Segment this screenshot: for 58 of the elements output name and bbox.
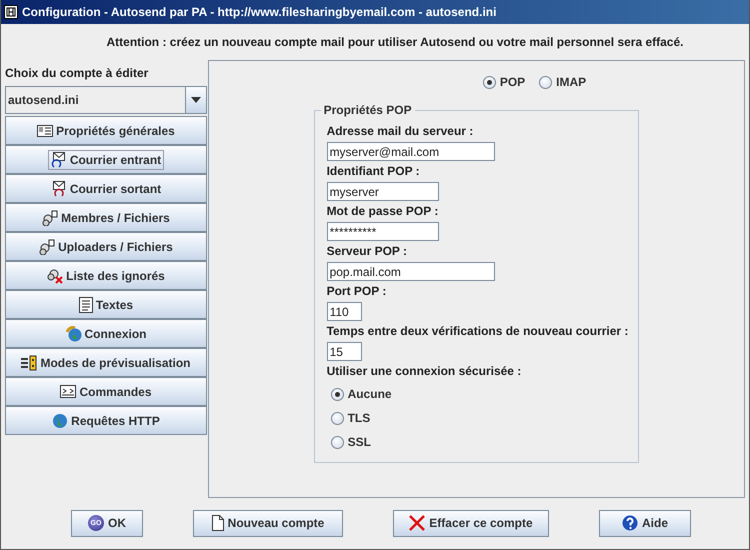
field-label: Utiliser une connexion sécurisée :: [326, 364, 522, 379]
input-field[interactable]: myserver@mail.com: [326, 142, 495, 161]
field-label: Serveur POP :: [326, 244, 408, 259]
field-label: Port POP :: [326, 284, 386, 299]
section-button[interactable]: Modes de prévisualisation: [5, 348, 207, 377]
section-button[interactable]: Textes: [5, 290, 207, 319]
field-label: Temps entre deux vérifications de nouveau courrier :: [326, 324, 628, 339]
input-field[interactable]: 15: [326, 342, 362, 361]
radio-button[interactable]: [482, 76, 496, 88]
blank-page-icon: [212, 515, 224, 531]
warning-text: Attention : créez un nouveau compte mail pour utiliser Autosend ou votre mail personnel sera effacé.: [106, 35, 684, 49]
radio-label: POP: [500, 75, 526, 89]
id-card-icon: [37, 124, 54, 136]
field-label: Mot de passe POP :: [326, 204, 438, 219]
people-icon: [42, 210, 58, 226]
section-button[interactable]: Liste des ignorés: [5, 261, 207, 290]
app-icon: [4, 5, 18, 19]
delete-icon: [409, 515, 426, 531]
radio-label: Aucune: [348, 387, 392, 401]
section-button[interactable]: Connexion: [5, 319, 207, 348]
group-title: Propriétés POP: [322, 103, 413, 117]
people-icon: [39, 238, 56, 254]
dialog-button[interactable]: Nouveau compte: [193, 510, 343, 536]
people-icon: [47, 268, 64, 284]
radio-label: IMAP: [556, 75, 586, 89]
section-button[interactable]: Courrier entrant: [5, 145, 207, 174]
section-button[interactable]: Propriétés générales: [5, 116, 207, 145]
radio-button[interactable]: [330, 412, 344, 424]
field-label: Identifiant POP :: [326, 164, 420, 179]
envelope-icon: [50, 152, 67, 168]
globe-icon: [52, 412, 68, 428]
radio-button[interactable]: [330, 388, 344, 400]
dropdown-arrow-icon: [191, 97, 201, 103]
section-button[interactable]: Uploaders / Fichiers: [5, 232, 207, 261]
help-icon: [622, 515, 638, 531]
input-field[interactable]: 110: [326, 302, 362, 321]
section-button[interactable]: Courrier sortant: [5, 174, 207, 203]
field-label: Adresse mail du serveur :: [326, 124, 474, 139]
radio-button[interactable]: [330, 436, 344, 448]
section-button[interactable]: Membres / Fichiers: [5, 203, 207, 232]
radio-button[interactable]: [539, 76, 552, 88]
envelope-icon: [50, 180, 67, 196]
section-button[interactable]: Commandes: [5, 377, 207, 406]
dialog-button[interactable]: Aide: [599, 510, 691, 536]
account-label: Choix du compte à éditer: [5, 66, 148, 80]
input-field[interactable]: **********: [326, 222, 439, 241]
account-dropdown[interactable]: autosend.ini: [5, 86, 207, 114]
dialog-button[interactable]: Effacer ce compte: [393, 510, 549, 536]
input-field[interactable]: pop.mail.com: [326, 262, 495, 281]
radio-label: SSL: [348, 435, 371, 449]
terminal-icon: [60, 385, 76, 398]
document-icon: [78, 296, 93, 312]
section-button[interactable]: Requêtes HTTP: [5, 406, 207, 435]
globe-icon: [66, 326, 82, 342]
input-field[interactable]: myserver: [326, 182, 439, 201]
radio-label: TLS: [348, 411, 370, 425]
window-title: Configuration - Autosend par PA - http://www.filesharingbyemail.com - autosend.ini: [22, 5, 496, 19]
list-icon: [21, 354, 38, 370]
